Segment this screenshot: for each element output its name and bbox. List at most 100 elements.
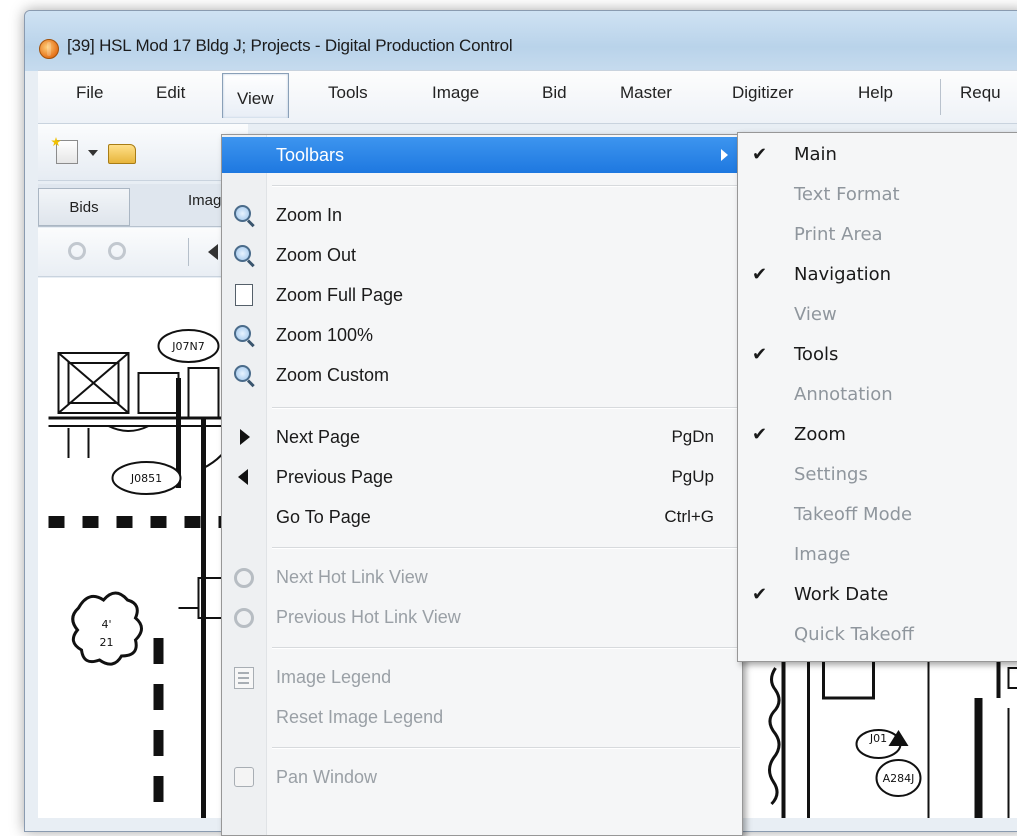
drawing-tag-label: J0851 xyxy=(130,472,162,485)
menu-digitizer[interactable]: Digitizer xyxy=(732,83,793,103)
menu-item-label: Go To Page xyxy=(276,507,371,528)
previous-arrow-icon[interactable] xyxy=(208,244,218,260)
submenu-item-main[interactable]: ✔ Main xyxy=(738,135,1017,175)
submenu-item-takeoff-mode[interactable]: Takeoff Mode xyxy=(738,495,1017,535)
zoom-custom-icon xyxy=(232,364,254,386)
drawing-dimension-label: 21 xyxy=(100,636,114,649)
submenu-item-label: Text Format xyxy=(794,184,900,205)
submenu-item-settings[interactable]: Settings xyxy=(738,455,1017,495)
menu-separator xyxy=(272,185,740,187)
menu-item-label: Next Page xyxy=(276,427,360,448)
tab-strip: Bids Imag xyxy=(38,184,248,227)
zoom-full-page-icon xyxy=(232,284,254,306)
menu-view[interactable]: View xyxy=(222,73,289,118)
hot-link-next-icon xyxy=(232,566,254,588)
submenu-item-image[interactable]: Image xyxy=(738,535,1017,575)
tab-images[interactable]: Imag xyxy=(188,192,221,209)
zoom-100-icon xyxy=(232,324,254,346)
menu-item-label: Image Legend xyxy=(276,667,391,688)
zoom-in-icon xyxy=(232,204,254,226)
menu-master[interactable]: Master xyxy=(620,83,672,103)
submenu-item-label: Annotation xyxy=(794,384,893,405)
submenu-item-view[interactable]: View xyxy=(738,295,1017,335)
menu-requ[interactable]: Requ xyxy=(960,83,1001,103)
checkmark-icon: ✔ xyxy=(752,424,767,445)
hot-link-previous-icon xyxy=(232,606,254,628)
submenu-item-work-date[interactable]: ✔ Work Date xyxy=(738,575,1017,615)
menu-help[interactable]: Help xyxy=(858,83,893,103)
menu-item-label: Pan Window xyxy=(276,767,377,788)
checkmark-icon: ✔ xyxy=(752,584,767,605)
navigation-toolbar xyxy=(38,228,248,277)
menu-item-go-to-page[interactable]: Go To Page Ctrl+G xyxy=(222,499,742,535)
legend-icon xyxy=(232,666,254,688)
checkmark-icon: ✔ xyxy=(752,344,767,365)
pan-window-icon xyxy=(232,766,254,788)
menu-file[interactable]: File xyxy=(76,83,103,103)
menu-bid[interactable]: Bid xyxy=(542,83,567,103)
menu-item-label: Reset Image Legend xyxy=(276,707,443,728)
tab-bids[interactable]: Bids xyxy=(38,188,130,226)
app-logo-icon xyxy=(39,39,59,59)
menu-item-toolbars[interactable]: Toolbars xyxy=(222,137,742,173)
submenu-item-label: Quick Takeoff xyxy=(794,624,914,645)
menu-item-zoom-out[interactable]: Zoom Out xyxy=(222,237,742,273)
previous-arrow-icon xyxy=(232,466,254,488)
chevron-down-icon[interactable] xyxy=(88,150,98,156)
menu-bar: File Edit View Tools Image Bid Master Di… xyxy=(38,70,1017,124)
submenu-item-label: Zoom xyxy=(794,424,846,445)
drawing-tag-label: J01 xyxy=(869,732,887,745)
menu-separator xyxy=(272,647,740,649)
menu-item-zoom-in[interactable]: Zoom In xyxy=(222,197,742,233)
menu-edit[interactable]: Edit xyxy=(156,83,185,103)
menu-item-zoom-full-page[interactable]: Zoom Full Page xyxy=(222,277,742,313)
submenu-item-label: Navigation xyxy=(794,264,891,285)
drawing-tag-label: J07N7 xyxy=(171,340,204,353)
checkmark-icon: ✔ xyxy=(752,264,767,285)
submenu-item-label: Settings xyxy=(794,464,868,485)
toolbar-separator xyxy=(188,238,189,266)
menu-item-next-hot-link-view: Next Hot Link View xyxy=(222,559,742,595)
next-arrow-icon xyxy=(232,426,254,448)
submenu-item-print-area[interactable]: Print Area xyxy=(738,215,1017,255)
submenu-item-text-format[interactable]: Text Format xyxy=(738,175,1017,215)
checkmark-icon: ✔ xyxy=(752,144,767,165)
submenu-item-label: Image xyxy=(794,544,850,565)
menu-image[interactable]: Image xyxy=(432,83,479,103)
menu-item-image-legend: Image Legend xyxy=(222,659,742,695)
zoom-out-icon xyxy=(232,244,254,266)
title-bar: [39] HSL Mod 17 Bldg J; Projects - Digit… xyxy=(25,11,1017,71)
toolbars-submenu: ✔ Main Text Format Print Area ✔ Navigati… xyxy=(737,132,1017,662)
submenu-item-label: Main xyxy=(794,144,837,165)
menu-item-next-page[interactable]: Next Page PgDn xyxy=(222,419,742,455)
menu-separator xyxy=(940,79,941,115)
forward-icon[interactable] xyxy=(108,242,126,260)
open-folder-icon[interactable] xyxy=(108,144,136,164)
submenu-item-zoom[interactable]: ✔ Zoom xyxy=(738,415,1017,455)
submenu-item-label: Work Date xyxy=(794,584,888,605)
submenu-item-label: Print Area xyxy=(794,224,883,245)
menu-tools[interactable]: Tools xyxy=(328,83,368,103)
back-icon[interactable] xyxy=(68,242,86,260)
menu-item-zoom-100[interactable]: Zoom 100% xyxy=(222,317,742,353)
submenu-arrow-icon xyxy=(721,149,728,161)
main-toolbar xyxy=(38,124,248,181)
submenu-item-annotation[interactable]: Annotation xyxy=(738,375,1017,415)
view-menu-dropdown: Toolbars Zoom In Zoom Out Zoom Full Page… xyxy=(221,134,743,836)
menu-separator xyxy=(272,547,740,549)
menu-item-zoom-custom[interactable]: Zoom Custom xyxy=(222,357,742,393)
menu-item-label: Toolbars xyxy=(276,145,344,166)
menu-item-pan-window: Pan Window xyxy=(222,759,742,795)
new-file-icon[interactable] xyxy=(56,140,78,164)
submenu-item-navigation[interactable]: ✔ Navigation xyxy=(738,255,1017,295)
submenu-item-tools[interactable]: ✔ Tools xyxy=(738,335,1017,375)
menu-item-reset-image-legend: Reset Image Legend xyxy=(222,699,742,735)
menu-item-label: Previous Page xyxy=(276,467,393,488)
menu-item-previous-page[interactable]: Previous Page PgUp xyxy=(222,459,742,495)
submenu-item-label: Tools xyxy=(794,344,838,365)
drawing-dimension-label: 4' xyxy=(101,618,111,631)
menu-item-label: Zoom In xyxy=(276,205,342,226)
submenu-item-quick-takeoff[interactable]: Quick Takeoff xyxy=(738,615,1017,655)
menu-item-label: Zoom Full Page xyxy=(276,285,403,306)
submenu-item-label: View xyxy=(794,304,837,325)
